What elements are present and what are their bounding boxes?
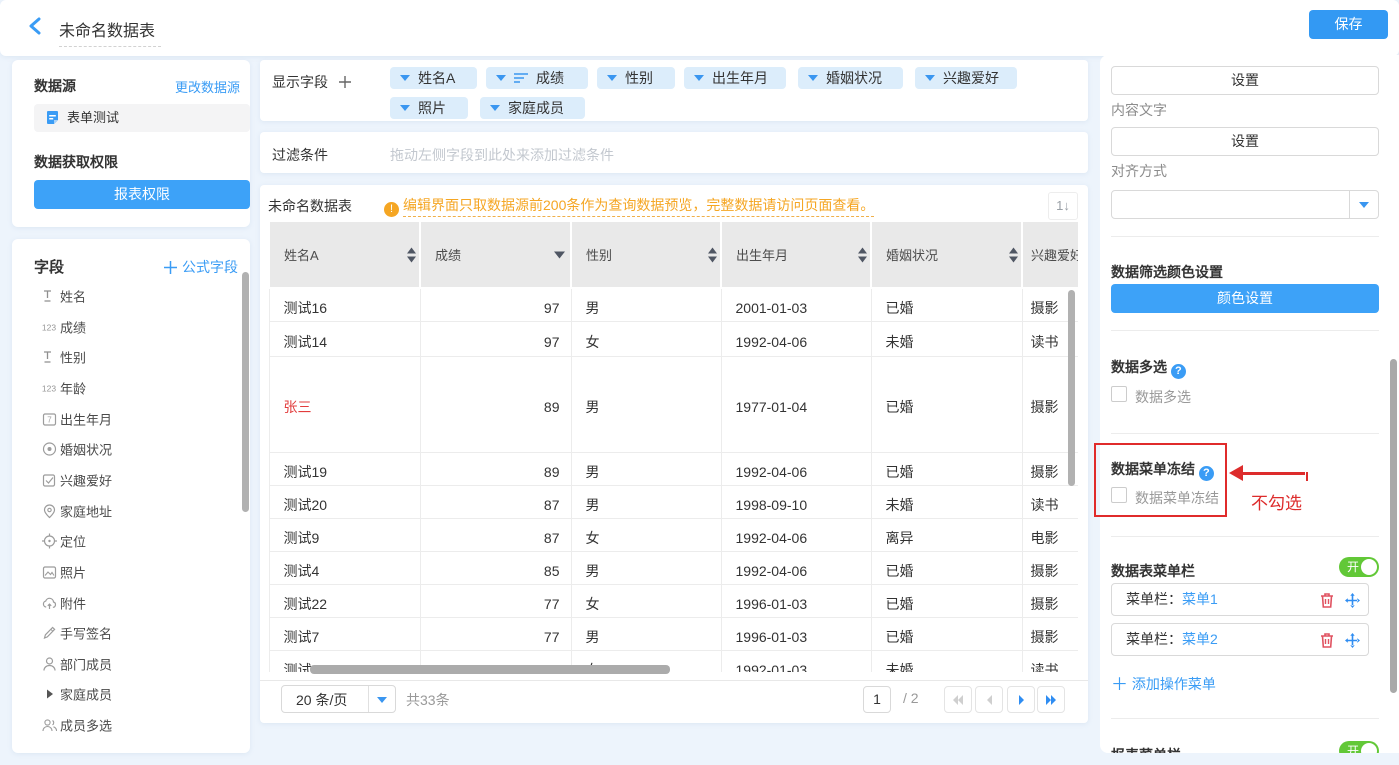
svg-text:123: 123 [42,384,56,394]
svg-text:123: 123 [42,323,56,333]
svg-text:7: 7 [47,416,52,425]
